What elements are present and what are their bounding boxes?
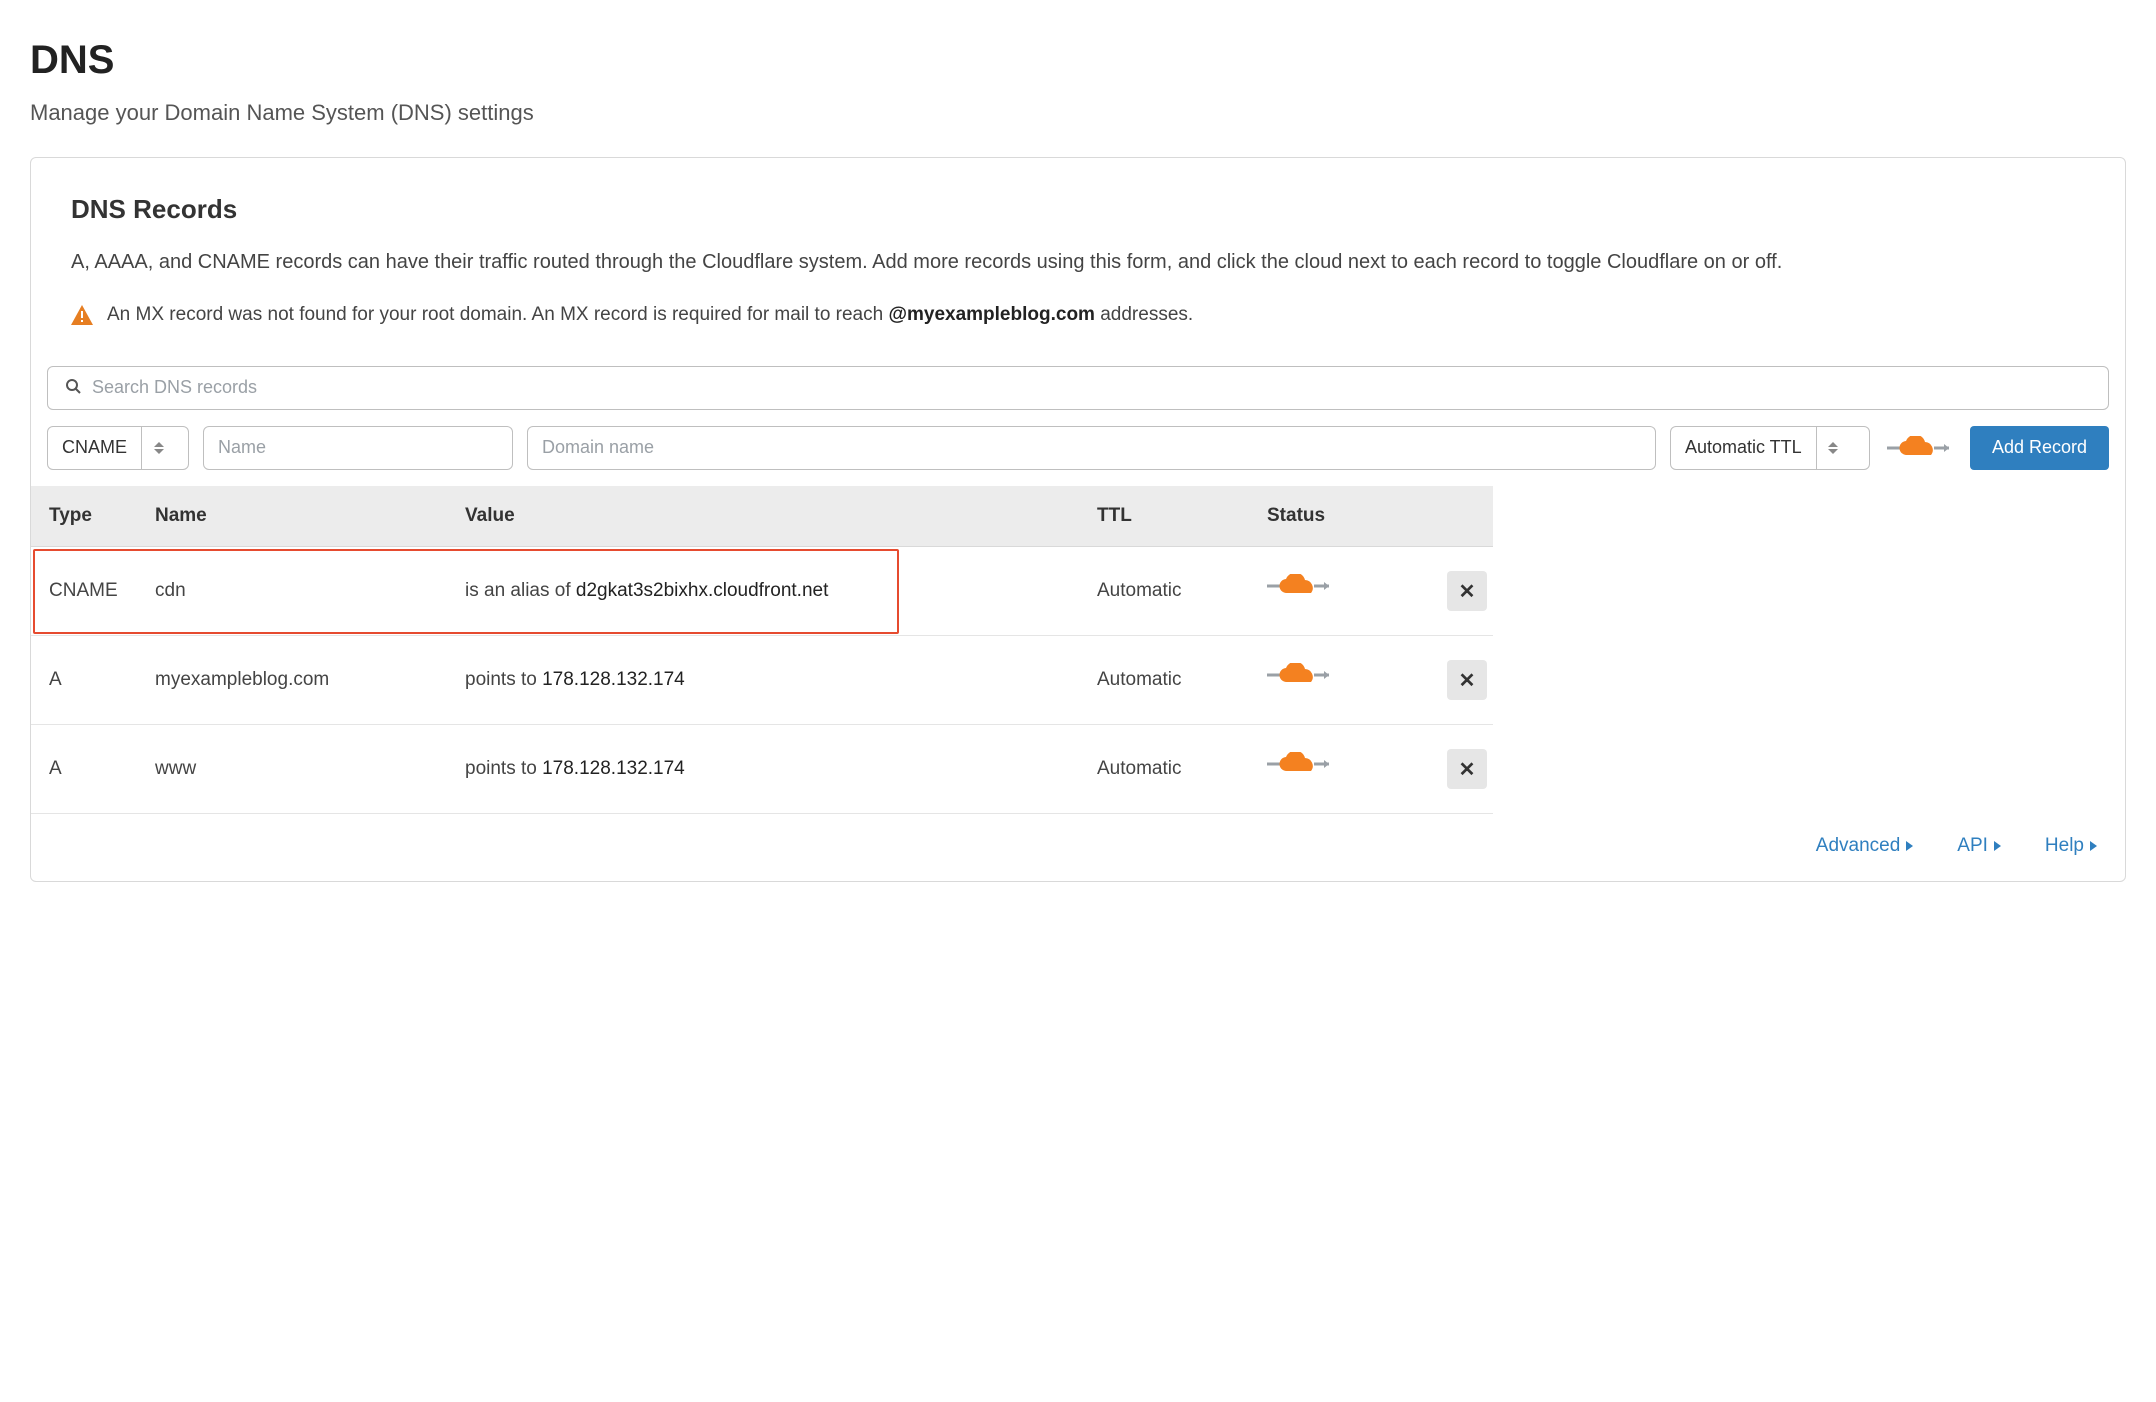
col-header-type: Type — [31, 486, 141, 547]
cell-name: www — [141, 725, 451, 814]
mx-warning-domain: @myexampleblog.com — [888, 304, 1094, 325]
panel-footer-links: Advanced API Help — [31, 814, 2125, 881]
delete-record-button[interactable]: ✕ — [1447, 571, 1487, 611]
section-title: DNS Records — [71, 190, 2085, 229]
record-value-input[interactable] — [527, 426, 1656, 470]
chevron-updown-icon — [141, 427, 175, 469]
col-header-value: Value — [451, 486, 1083, 547]
col-header-ttl: TTL — [1083, 486, 1253, 547]
cell-name: cdn — [141, 547, 451, 636]
cell-type: CNAME — [31, 547, 141, 636]
advanced-link[interactable]: Advanced — [1816, 832, 1914, 861]
add-record-button[interactable]: Add Record — [1970, 426, 2109, 470]
search-input[interactable] — [47, 366, 2109, 410]
close-icon: ✕ — [1459, 579, 1476, 604]
mx-warning-text: An MX record was not found for your root… — [107, 301, 1193, 330]
col-header-name: Name — [141, 486, 451, 547]
dns-panel: DNS Records A, AAAA, and CNAME records c… — [30, 157, 2126, 882]
record-type-value: CNAME — [48, 434, 141, 461]
cloud-proxy-icon[interactable] — [1267, 663, 1333, 687]
mx-warning-notice: An MX record was not found for your root… — [71, 301, 2085, 330]
cloud-proxy-icon[interactable] — [1267, 574, 1333, 598]
chevron-right-icon — [1994, 841, 2001, 851]
record-name-input[interactable] — [203, 426, 513, 470]
cell-ttl: Automatic — [1083, 636, 1253, 725]
cell-name: myexampleblog.com — [141, 636, 451, 725]
table-row[interactable]: A myexampleblog.com points to 178.128.13… — [31, 636, 2125, 725]
cell-type: A — [31, 725, 141, 814]
record-ttl-value: Automatic TTL — [1671, 434, 1816, 461]
page-title: DNS — [30, 30, 2126, 90]
chevron-right-icon — [1906, 841, 1913, 851]
chevron-updown-icon — [1816, 427, 1850, 469]
close-icon: ✕ — [1459, 668, 1476, 693]
cell-ttl: Automatic — [1083, 547, 1253, 636]
mx-warning-text-after: addresses. — [1095, 304, 1193, 325]
cell-status[interactable] — [1253, 636, 1433, 725]
cell-value: points to 178.128.132.174 — [451, 725, 1083, 814]
page-subtitle: Manage your Domain Name System (DNS) set… — [30, 96, 2126, 129]
col-header-status: Status — [1253, 486, 1433, 547]
warning-icon — [71, 305, 93, 325]
mx-warning-text-before: An MX record was not found for your root… — [107, 304, 888, 325]
record-ttl-select[interactable]: Automatic TTL — [1670, 426, 1870, 470]
cell-type: A — [31, 636, 141, 725]
record-type-select[interactable]: CNAME — [47, 426, 189, 470]
delete-record-button[interactable]: ✕ — [1447, 749, 1487, 789]
cell-ttl: Automatic — [1083, 725, 1253, 814]
dns-records-table: Type Name Value TTL Status CNAME cdn is … — [31, 486, 2125, 815]
delete-record-button[interactable]: ✕ — [1447, 660, 1487, 700]
cell-value: is an alias of d2gkat3s2bixhx.cloudfront… — [451, 547, 1083, 636]
help-link[interactable]: Help — [2045, 832, 2097, 861]
table-row[interactable]: CNAME cdn is an alias of d2gkat3s2bixhx.… — [31, 547, 2125, 636]
table-row[interactable]: A www points to 178.128.132.174 Automati… — [31, 725, 2125, 814]
section-description: A, AAAA, and CNAME records can have thei… — [71, 247, 2085, 277]
cell-status[interactable] — [1253, 547, 1433, 636]
cell-value: points to 178.128.132.174 — [451, 636, 1083, 725]
chevron-right-icon — [2090, 841, 2097, 851]
cloud-proxy-icon[interactable] — [1267, 752, 1333, 776]
cell-status[interactable] — [1253, 725, 1433, 814]
close-icon: ✕ — [1459, 757, 1476, 782]
proxy-toggle[interactable] — [1884, 426, 1956, 470]
api-link[interactable]: API — [1957, 832, 2001, 861]
search-icon — [65, 373, 81, 403]
